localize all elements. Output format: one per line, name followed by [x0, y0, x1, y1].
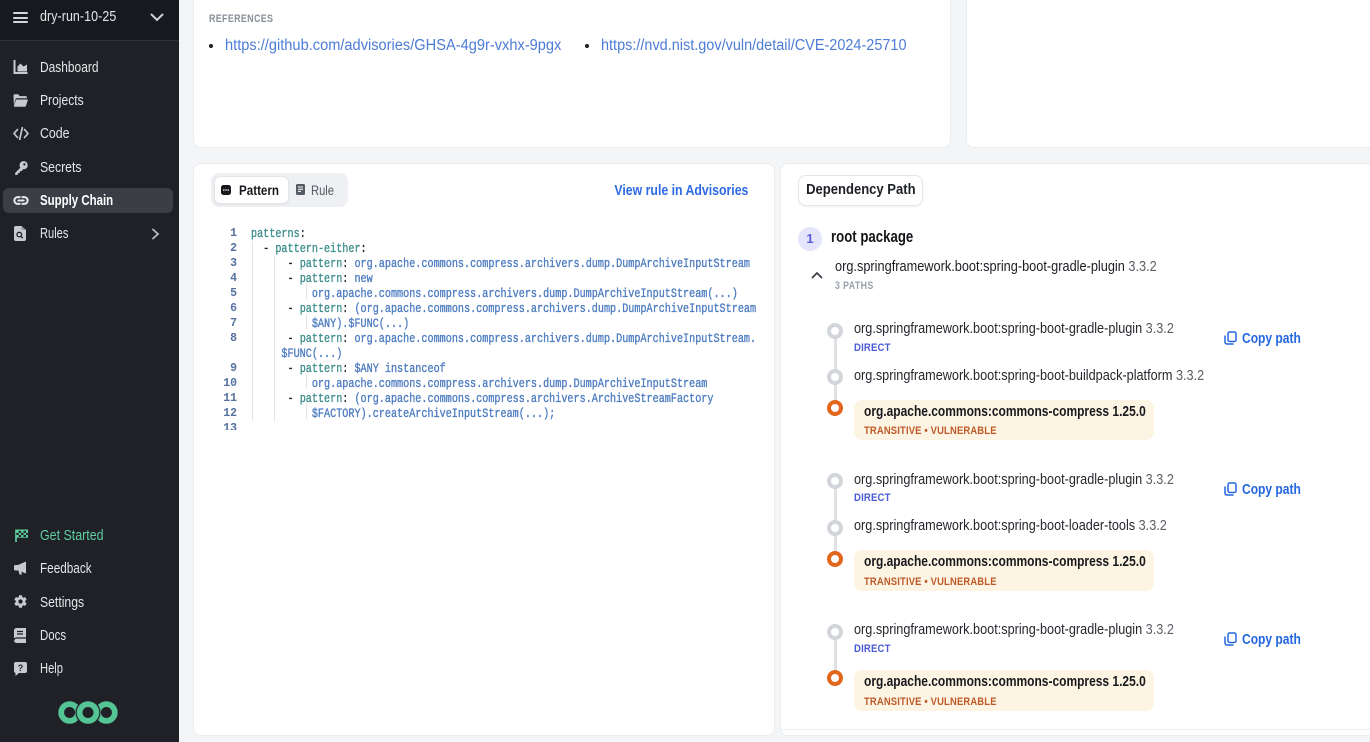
svg-text:?: ? — [18, 663, 24, 673]
